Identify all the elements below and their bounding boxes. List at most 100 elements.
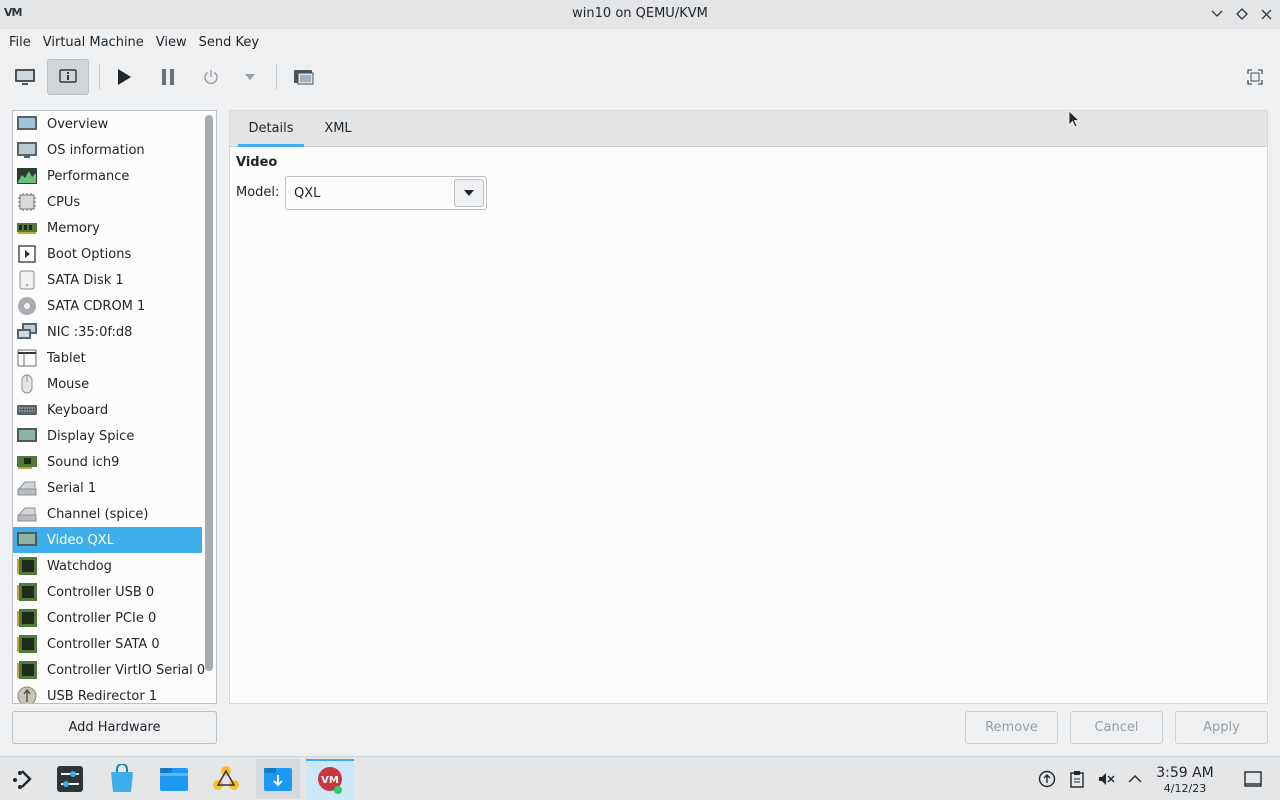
show-details-button[interactable] [47, 59, 89, 95]
hw-item-controller-usb-0[interactable]: Controller USB 0 [13, 579, 202, 605]
apply-button[interactable]: Apply [1175, 711, 1268, 744]
model-select-dropdown-button[interactable] [454, 179, 484, 207]
hw-item-controller-virtio-serial-0[interactable]: Controller VirtIO Serial 0 [13, 657, 205, 683]
scrollbar-thumb[interactable] [205, 115, 213, 671]
hw-item-label: Sound ich9 [47, 454, 120, 470]
close-icon[interactable] [1257, 5, 1275, 23]
boot-options-icon [16, 244, 38, 264]
mouse-icon [16, 374, 38, 394]
hw-item-sata-cdrom-1[interactable]: SATA CDROM 1 [13, 293, 202, 319]
hw-item-label: Keyboard [47, 402, 109, 418]
hw-item-label: Channel (spice) [47, 506, 149, 522]
model-select[interactable]: QXL [285, 176, 487, 210]
app-launcher-icon[interactable] [0, 759, 44, 799]
tab-details[interactable]: Details [238, 111, 304, 147]
toolbar-separator [99, 64, 100, 90]
downloads-folder-icon[interactable] [256, 759, 300, 799]
tab-bar: Details XML [230, 111, 1267, 147]
hw-item-overview[interactable]: Overview [13, 111, 202, 137]
keyboard-icon [16, 400, 38, 420]
serial-icon [16, 478, 38, 498]
sound-icon [16, 452, 38, 472]
shutdown-menu-button[interactable] [232, 59, 268, 95]
hw-item-label: Controller USB 0 [47, 584, 155, 600]
updates-icon[interactable] [1037, 769, 1057, 789]
hw-item-cpus[interactable]: CPUs [13, 189, 202, 215]
show-desktop-icon[interactable] [1243, 769, 1263, 789]
hw-item-memory[interactable]: Memory [13, 215, 202, 241]
hw-item-controller-sata-0[interactable]: Controller SATA 0 [13, 631, 202, 657]
snapshots-button[interactable] [286, 59, 322, 95]
menu-file[interactable]: File [4, 29, 36, 56]
controller-icon [16, 634, 38, 654]
system-settings-icon[interactable] [48, 759, 92, 799]
maximize-icon[interactable] [1233, 5, 1251, 23]
clock-time[interactable]: 3:59 AM [1150, 765, 1220, 781]
channel-icon [16, 504, 38, 524]
hw-item-usb-redirector-1[interactable]: USB Redirector 1 [13, 683, 202, 703]
add-hardware-button[interactable]: Add Hardware [12, 711, 217, 744]
network-share-icon[interactable] [204, 759, 248, 799]
hw-item-watchdog[interactable]: Watchdog [13, 553, 202, 579]
hw-item-label: Performance [47, 168, 130, 184]
pause-button[interactable] [150, 59, 186, 95]
hw-item-controller-pcie-0[interactable]: Controller PCIe 0 [13, 605, 202, 631]
hw-item-tablet[interactable]: Tablet [13, 345, 202, 371]
hw-item-performance[interactable]: Performance [13, 163, 202, 189]
model-label: Model: [236, 185, 280, 200]
virt-manager-task-icon[interactable]: VM [306, 759, 354, 799]
hw-item-display-spice[interactable]: Display Spice [13, 423, 202, 449]
hw-item-sata-disk-1[interactable]: SATA Disk 1 [13, 267, 202, 293]
clock-date[interactable]: 4/12/23 [1150, 782, 1220, 795]
title-bar: VM win10 on QEMU/KVM [0, 0, 1280, 29]
run-button[interactable] [106, 59, 142, 95]
shutdown-button[interactable] [193, 59, 229, 95]
hw-item-boot-options[interactable]: Boot Options [13, 241, 202, 267]
hw-item-serial-1[interactable]: Serial 1 [13, 475, 202, 501]
hw-item-channel-spice[interactable]: Channel (spice) [13, 501, 202, 527]
hw-item-label: Watchdog [47, 558, 112, 574]
hw-item-os-information[interactable]: OS information [13, 137, 202, 163]
model-select-value: QXL [294, 186, 321, 201]
power-icon [204, 70, 218, 84]
minimize-icon[interactable] [1208, 5, 1226, 23]
hardware-list-items: Overview OS information Performance CPUs… [13, 111, 205, 703]
hw-item-label: Serial 1 [47, 480, 97, 496]
discover-store-icon[interactable] [100, 759, 144, 799]
hw-item-nic[interactable]: NIC :35:0f:d8 [13, 319, 202, 345]
menu-virtual-machine[interactable]: Virtual Machine [38, 29, 149, 56]
tab-xml[interactable]: XML [312, 111, 364, 147]
menu-send-key[interactable]: Send Key [194, 29, 264, 56]
chevron-up-icon[interactable] [1125, 769, 1145, 789]
os-info-icon [16, 140, 38, 160]
pause-icon [162, 69, 174, 85]
clipboard-icon[interactable] [1067, 769, 1087, 789]
show-console-button[interactable] [7, 59, 43, 95]
hw-item-label: SATA CDROM 1 [47, 298, 146, 314]
fullscreen-icon [1247, 69, 1263, 85]
toolbar [0, 56, 1280, 98]
hardware-list-scrollbar[interactable] [204, 113, 214, 701]
watchdog-icon [16, 556, 38, 576]
hw-item-mouse[interactable]: Mouse [13, 371, 202, 397]
menu-view[interactable]: View [151, 29, 192, 56]
toolbar-separator [276, 64, 277, 90]
hw-item-label: OS information [47, 142, 145, 158]
fullscreen-button[interactable] [1237, 59, 1273, 95]
hw-item-sound-ich9[interactable]: Sound ich9 [13, 449, 202, 475]
hw-item-label: Controller PCIe 0 [47, 610, 157, 626]
hw-item-label: Memory [47, 220, 100, 236]
taskbar: VM 3:59 AM 4/12/23 [0, 756, 1280, 800]
window-title: win10 on QEMU/KVM [572, 6, 708, 21]
hw-item-video-qxl[interactable]: Video QXL [13, 527, 202, 553]
menu-bar: File Virtual Machine View Send Key [0, 29, 1280, 56]
svg-text:VM: VM [321, 775, 339, 786]
volume-muted-icon[interactable] [1096, 769, 1116, 789]
disk-icon [16, 270, 38, 290]
cancel-button[interactable]: Cancel [1070, 711, 1163, 744]
hw-item-keyboard[interactable]: Keyboard [13, 397, 202, 423]
info-icon [59, 69, 77, 83]
remove-button[interactable]: Remove [965, 711, 1058, 744]
file-manager-icon[interactable] [152, 759, 196, 799]
hardware-list[interactable]: Overview OS information Performance CPUs… [12, 110, 217, 704]
